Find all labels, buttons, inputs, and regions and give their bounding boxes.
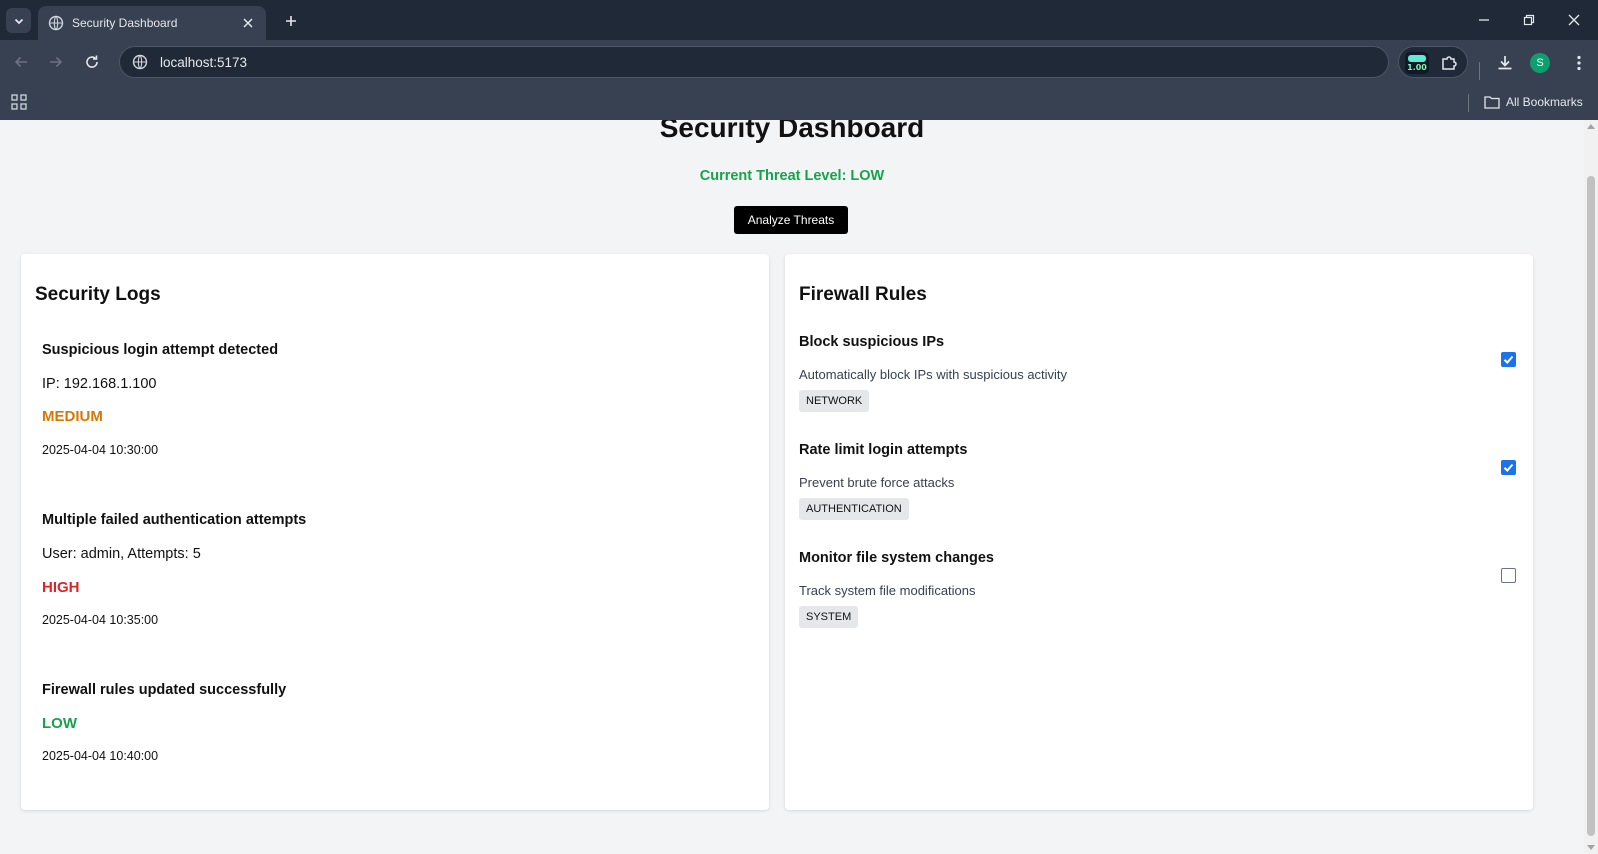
- apps-grid-icon[interactable]: [10, 93, 28, 111]
- page-viewport: Security Dashboard Current Threat Level:…: [0, 120, 1584, 854]
- close-icon: [243, 18, 253, 28]
- firewall-rules-heading: Firewall Rules: [799, 284, 927, 305]
- more-vertical-icon[interactable]: [1569, 53, 1589, 73]
- firewall-rule: Block suspicious IPs Automatically block…: [799, 334, 1519, 434]
- all-bookmarks-label: All Bookmarks: [1506, 95, 1583, 109]
- rule-description: Prevent brute force attacks: [799, 475, 955, 490]
- log-severity: HIGH: [42, 579, 80, 596]
- extension-badge-value: 1.00: [1407, 63, 1427, 72]
- extensions-group: 1.00: [1398, 46, 1468, 78]
- toolbar-divider: [1479, 62, 1480, 80]
- log-message: Suspicious login attempt detected: [42, 342, 279, 358]
- all-bookmarks-button[interactable]: All Bookmarks: [1484, 92, 1583, 112]
- arrow-left-icon: [14, 56, 27, 68]
- tab-close-button[interactable]: [240, 15, 256, 31]
- threat-level-indicator: Current Threat Level: LOW: [699, 168, 885, 184]
- chevron-down-icon: [14, 18, 23, 24]
- close-window-button[interactable]: [1562, 8, 1586, 32]
- rule-enabled-checkbox[interactable]: [1501, 352, 1516, 367]
- bookmarks-bar: All Bookmarks: [0, 84, 1598, 120]
- rule-category-badge: NETWORK: [799, 390, 870, 412]
- folder-icon: [1484, 96, 1500, 109]
- log-message: Firewall rules updated successfully: [42, 682, 287, 698]
- checkmark-icon: [1503, 355, 1514, 364]
- log-detail: IP: 192.168.1.100: [42, 376, 157, 392]
- log-timestamp: 2025-04-04 10:35:00: [42, 613, 159, 627]
- log-timestamp: 2025-04-04 10:30:00: [42, 443, 159, 457]
- new-tab-button[interactable]: [280, 10, 302, 32]
- scroll-up-arrow-icon[interactable]: [1587, 123, 1595, 129]
- log-message: Multiple failed authentication attempts: [42, 512, 307, 528]
- analyze-threats-button[interactable]: Analyze Threats: [734, 206, 848, 234]
- rule-name: Monitor file system changes: [799, 550, 994, 566]
- log-detail: User: admin, Attempts: 5: [42, 546, 201, 562]
- rule-name: Rate limit login attempts: [799, 442, 968, 458]
- site-info-icon[interactable]: [132, 54, 148, 70]
- profile-avatar[interactable]: S: [1530, 53, 1550, 73]
- restore-button[interactable]: [1517, 8, 1541, 32]
- reload-button[interactable]: [80, 50, 104, 74]
- puzzle-icon[interactable]: [1439, 53, 1459, 73]
- log-severity: LOW: [42, 715, 77, 732]
- extension-badge-bar: [1408, 55, 1426, 62]
- tab-search-button[interactable]: [6, 8, 31, 33]
- firewall-rule: Rate limit login attempts Prevent brute …: [799, 442, 1519, 542]
- log-timestamp: 2025-04-04 10:40:00: [42, 749, 159, 763]
- scrollbar-thumb[interactable]: [1587, 176, 1595, 836]
- extension-badge[interactable]: 1.00: [1405, 52, 1429, 74]
- rule-category-badge: AUTHENTICATION: [799, 498, 909, 520]
- checkmark-icon: [1503, 463, 1514, 472]
- bookmarks-divider: [1468, 94, 1469, 112]
- plus-icon: [286, 16, 296, 26]
- scroll-down-arrow-icon[interactable]: [1587, 845, 1595, 851]
- back-button[interactable]: [9, 50, 33, 74]
- security-logs-heading: Security Logs: [35, 284, 161, 305]
- page-title: Security Dashboard: [659, 120, 925, 143]
- globe-icon: [48, 15, 64, 31]
- restore-icon: [1523, 14, 1535, 26]
- rule-enabled-checkbox[interactable]: [1501, 460, 1516, 475]
- tab-strip: Security Dashboard: [0, 0, 1598, 40]
- firewall-rules-panel: Firewall Rules Block suspicious IPs Auto…: [785, 254, 1533, 810]
- page-scrollbar[interactable]: [1584, 120, 1598, 854]
- firewall-rule: Monitor file system changes Track system…: [799, 550, 1519, 650]
- rule-description: Track system file modifications: [799, 583, 976, 598]
- rule-category-badge: SYSTEM: [799, 606, 859, 628]
- security-logs-panel: Security Logs Suspicious login attempt d…: [21, 254, 769, 810]
- forward-button[interactable]: [44, 50, 68, 74]
- tab-title: Security Dashboard: [72, 16, 178, 30]
- download-icon[interactable]: [1495, 53, 1515, 73]
- close-icon: [1568, 14, 1580, 26]
- rule-description: Automatically block IPs with suspicious …: [799, 367, 1068, 382]
- rule-enabled-checkbox[interactable]: [1501, 568, 1516, 583]
- url-text[interactable]: localhost:5173: [160, 55, 247, 70]
- minimize-button[interactable]: [1472, 8, 1496, 32]
- reload-icon: [86, 55, 98, 68]
- log-severity: MEDIUM: [42, 408, 103, 425]
- browser-tab[interactable]: Security Dashboard: [38, 6, 266, 40]
- address-bar[interactable]: localhost:5173: [119, 46, 1389, 78]
- rule-name: Block suspicious IPs: [799, 334, 945, 350]
- arrow-right-icon: [50, 56, 63, 68]
- minimize-icon: [1479, 19, 1489, 21]
